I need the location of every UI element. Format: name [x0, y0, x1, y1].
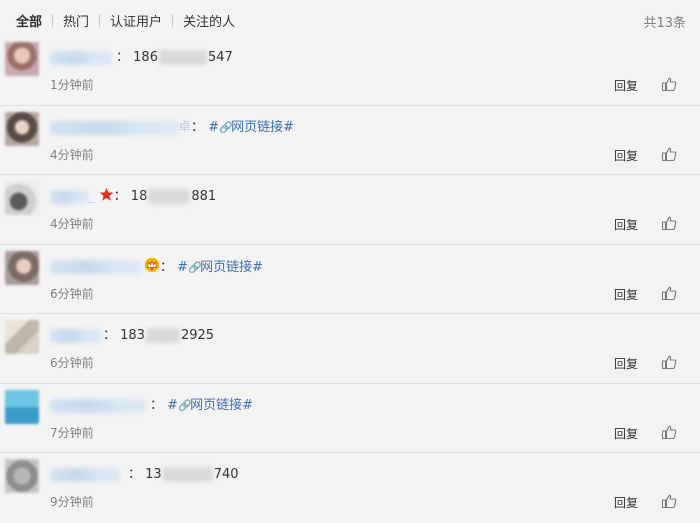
tab-verified-users[interactable]: 认证用户 [110, 11, 162, 30]
comment-item: ： #🔗网页链接# 6分钟前 回复 [0, 245, 700, 314]
tab-hot[interactable]: 热门 [63, 11, 89, 30]
link-icon: 🔗 [178, 398, 192, 412]
phone-prefix: 183 [120, 328, 145, 343]
comment-item: ： 186 547 1分钟前 回复 [0, 36, 700, 106]
username-redacted[interactable] [50, 259, 142, 274]
avatar[interactable] [5, 42, 39, 76]
colon: ： [150, 397, 164, 413]
phone-prefix: 186 [133, 50, 158, 65]
phone-suffix: 881 [191, 189, 217, 204]
phone-suffix: 2925 [180, 328, 215, 343]
link-icon: 🔗 [188, 260, 202, 274]
thumbs-up-icon[interactable] [661, 146, 677, 162]
phone-redacted [148, 189, 191, 204]
thumbs-up-icon[interactable] [661, 76, 677, 92]
tab-all[interactable]: 全部 [16, 11, 42, 30]
thumbs-up-icon[interactable] [661, 493, 677, 509]
comment-item: _ ： 18 881 4分钟前 回复 [0, 175, 700, 245]
comment-text: ： #🔗网页链接# [144, 257, 263, 278]
star-badge-icon [99, 187, 113, 201]
reply-button[interactable]: 回复 [614, 147, 638, 164]
avatar[interactable] [5, 250, 39, 285]
phone-suffix: 547 [207, 50, 233, 65]
colon: ： [160, 259, 174, 275]
comment-text: ： 183 2925 [103, 326, 214, 346]
username-redacted[interactable] [50, 329, 102, 343]
avatar[interactable] [5, 181, 39, 215]
comment-time: 6分钟前 [50, 356, 94, 370]
comment-filter-bar: 全部 热门 认证用户 关注的人 [0, 0, 700, 40]
comment-time: 6分钟前 [50, 286, 94, 301]
colon: ： [191, 119, 205, 135]
comment-time: 4分钟前 [50, 217, 94, 231]
avatar[interactable] [5, 459, 39, 493]
reply-button[interactable]: 回复 [614, 425, 638, 442]
thumbs-up-icon[interactable] [661, 215, 677, 231]
phone-redacted [158, 50, 207, 65]
comment-item: ： 13 740 9分钟前 回复 [0, 453, 700, 523]
reply-button[interactable]: 回复 [614, 494, 638, 511]
username-fragment: _ [88, 189, 95, 204]
comment-text: ： #🔗网页链接# [150, 396, 253, 416]
username-redacted[interactable] [50, 120, 178, 135]
colon: ： [113, 189, 127, 204]
comment-time: 7分钟前 [50, 425, 94, 440]
hashtag-link[interactable]: #🔗网页链接# [208, 120, 294, 135]
reply-button[interactable]: 回复 [614, 77, 638, 94]
phone-prefix: 18 [130, 189, 148, 204]
reply-button[interactable]: 回复 [614, 286, 638, 303]
tab-following[interactable]: 关注的人 [183, 11, 235, 30]
comment-item: 卓： #🔗网页链接# 4分钟前 回复 [0, 106, 700, 175]
link-icon: 🔗 [219, 120, 233, 134]
comment-time: 9分钟前 [50, 495, 94, 509]
avatar[interactable] [5, 320, 39, 354]
comment-text: 卓： #🔗网页链接# [178, 118, 294, 138]
colon: ： [128, 467, 142, 482]
comment-time: 4分钟前 [50, 147, 94, 162]
thumbs-up-icon[interactable] [661, 424, 677, 440]
username-redacted[interactable] [50, 468, 120, 482]
comment-time: 1分钟前 [50, 78, 94, 92]
avatar[interactable] [5, 111, 39, 146]
phone-redacted [145, 328, 180, 343]
hashtag-link[interactable]: #🔗网页链接# [177, 260, 263, 275]
tab-divider [172, 13, 174, 27]
username-redacted[interactable] [50, 51, 112, 65]
colon: ： [103, 328, 117, 343]
reply-button[interactable]: 回复 [614, 355, 638, 372]
username-redacted[interactable] [50, 190, 88, 204]
colon: ： [116, 50, 130, 65]
phone-prefix: 13 [145, 467, 162, 482]
reply-button[interactable]: 回复 [614, 216, 638, 233]
comment-list: ： 186547 1分钟前 回复 卓： #🔗网页链接# 4分钟前 回复 _ ： [0, 36, 700, 523]
avatar[interactable] [5, 389, 39, 424]
username-fragment: 卓 [178, 119, 192, 135]
thumbs-up-icon[interactable] [661, 354, 677, 370]
comment-total-count: 共13条 [643, 16, 686, 31]
phone-suffix: 740 [213, 467, 239, 482]
comment-item: ： 183 2925 6分钟前 回复 [0, 314, 700, 384]
username-redacted[interactable] [50, 398, 146, 413]
comment-text: ： 13 740 [128, 465, 239, 485]
tab-divider [99, 13, 101, 27]
phone-redacted [162, 467, 213, 482]
comment-item: ： #🔗网页链接# 7分钟前 回复 [0, 384, 700, 453]
hashtag-link[interactable]: #🔗网页链接# [167, 398, 253, 413]
thumbs-up-icon[interactable] [661, 285, 677, 301]
crown-badge-icon [144, 257, 160, 272]
tab-divider [52, 13, 54, 27]
comment-text: ： 186 547 [116, 48, 233, 68]
comment-text: _ ： 18 881 [88, 187, 216, 207]
